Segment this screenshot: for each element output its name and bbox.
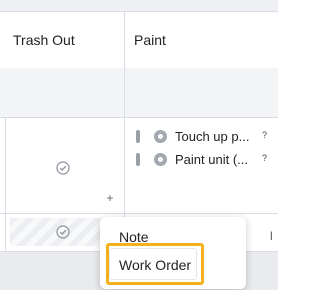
add-context-menu: Note Work Order <box>100 217 246 289</box>
group-band-row <box>0 68 278 117</box>
check-circle-icon[interactable] <box>56 161 70 175</box>
header-top-divider <box>0 11 278 12</box>
help-icon[interactable]: ? <box>262 130 267 140</box>
add-plus-icon[interactable]: + <box>103 191 117 205</box>
truncated-cell-text: l <box>270 229 273 243</box>
task-status-icon[interactable] <box>154 130 167 143</box>
band-bottom-divider <box>0 117 278 118</box>
task-status-icon[interactable] <box>154 153 167 166</box>
column-divider-left <box>5 117 6 252</box>
help-icon[interactable]: ? <box>262 153 267 163</box>
row-divider <box>0 213 278 214</box>
menu-item-work-order[interactable]: Work Order <box>119 257 191 273</box>
drag-handle-icon[interactable] <box>136 130 140 143</box>
drag-handle-icon[interactable] <box>136 153 140 166</box>
paint-task-item[interactable]: Paint unit (... ? <box>136 151 278 169</box>
check-circle-icon[interactable] <box>56 225 70 239</box>
column-header-trash-out[interactable]: Trash Out <box>13 32 75 48</box>
paint-task-label: Paint unit (... <box>175 152 248 167</box>
column-divider-paint <box>124 11 125 252</box>
column-header-paint[interactable]: Paint <box>134 32 166 48</box>
paint-task-label: Touch up p... <box>175 129 250 144</box>
table-top-strip <box>0 0 278 11</box>
paint-task-item[interactable]: Touch up p... ? <box>136 128 278 146</box>
